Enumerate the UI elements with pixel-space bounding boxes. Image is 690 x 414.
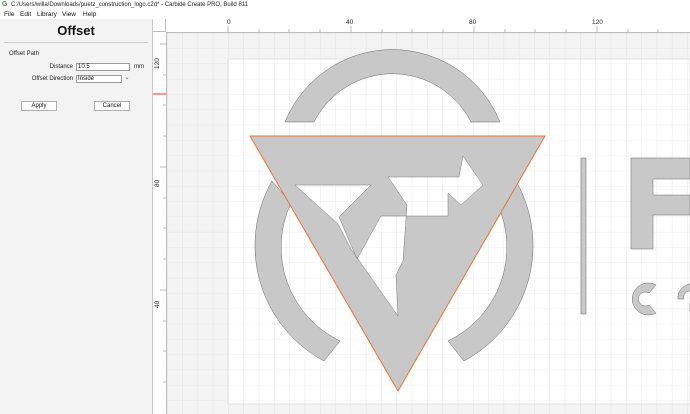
distance-input[interactable]: 10.5: [76, 63, 130, 71]
section-label: Offset Path: [9, 51, 39, 57]
menu-bar: File Edit Library View Help: [0, 10, 690, 19]
offset-direction-select[interactable]: Inside ⌄: [76, 75, 130, 83]
offset-direction-label: Offset Direction: [31, 76, 73, 82]
logo-divider-bar: [580, 157, 587, 315]
panel-heading: Offset: [57, 23, 95, 38]
app-logo-icon: G: [2, 1, 8, 8]
distance-label: Distance: [49, 64, 73, 70]
canvas-drawing[interactable]: [153, 19, 690, 414]
apply-button[interactable]: Apply: [21, 101, 57, 111]
menu-file[interactable]: File: [4, 10, 14, 19]
offset-panel: Offset Offset Path Distance 10.5 mm Offs…: [0, 19, 153, 414]
menu-edit[interactable]: Edit: [20, 10, 31, 19]
cancel-button[interactable]: Cancel: [94, 101, 130, 111]
menu-view[interactable]: View: [62, 10, 76, 19]
chevron-down-icon[interactable]: ⌄: [123, 75, 131, 82]
distance-unit: mm: [134, 64, 144, 70]
design-canvas[interactable]: 0 40 80 120 120 80 40: [153, 19, 690, 414]
title-bar: G C:/Users/willa/Downloads/puetz_constru…: [0, 0, 690, 10]
window-title: C:/Users/willa/Downloads/puetz_construct…: [11, 2, 249, 8]
menu-help[interactable]: Help: [83, 10, 96, 19]
offset-direction-value: Inside: [78, 76, 95, 82]
heading-divider: [4, 42, 148, 43]
menu-library[interactable]: Library: [37, 10, 57, 19]
